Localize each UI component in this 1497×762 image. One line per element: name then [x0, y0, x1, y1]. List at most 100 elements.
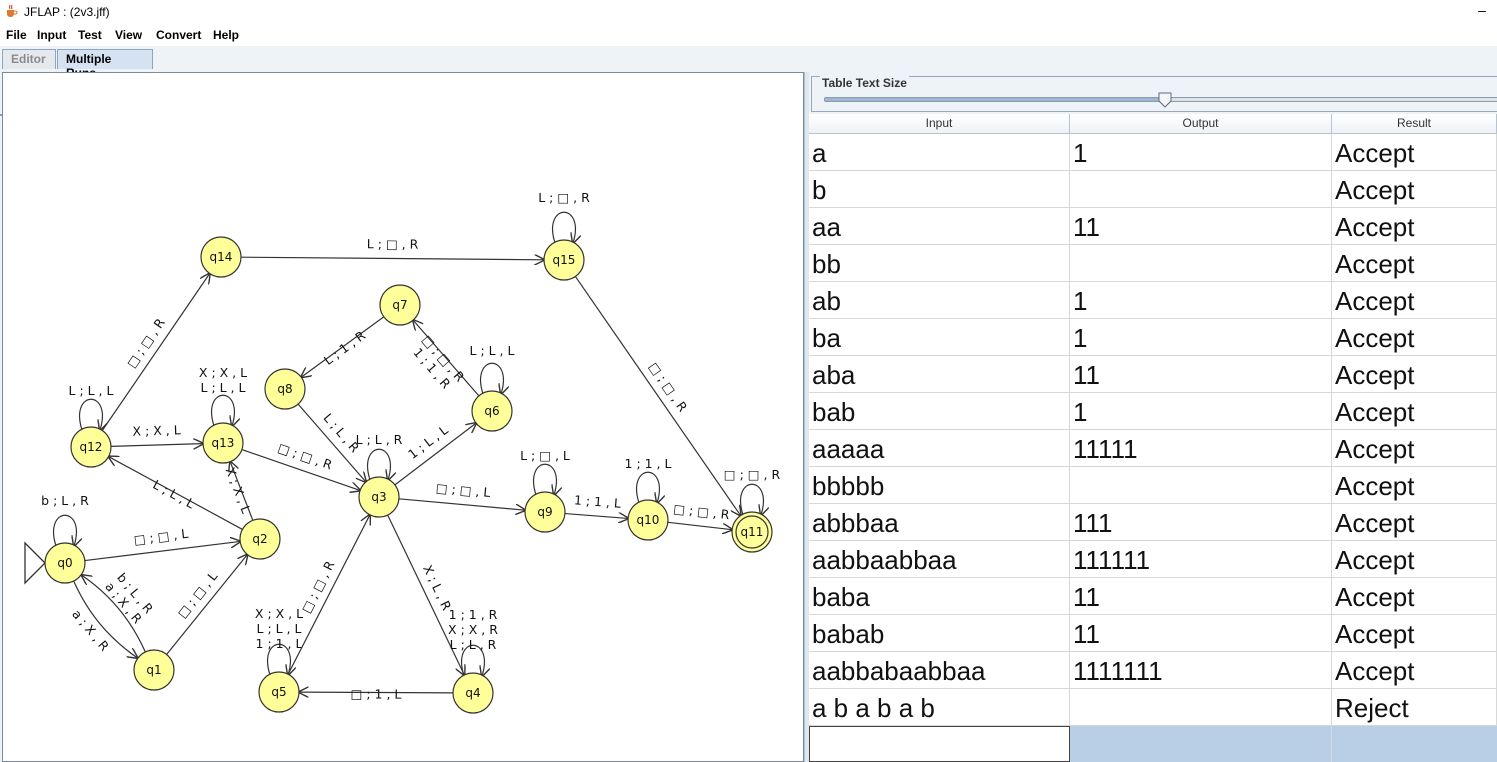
- state-q1[interactable]: q1: [133, 649, 175, 691]
- transition-q4-q5[interactable]: □ ; 1 , L: [299, 686, 454, 702]
- output-cell[interactable]: 11111: [1070, 430, 1332, 466]
- transition-label[interactable]: □ ; □ , R: [646, 359, 691, 414]
- state-q5[interactable]: q5: [258, 671, 300, 713]
- state-q13[interactable]: q13: [202, 422, 244, 464]
- input-cell[interactable]: b: [809, 171, 1070, 207]
- loop-arrow[interactable]: [79, 398, 103, 430]
- transition-arrow[interactable]: [110, 444, 203, 447]
- output-cell[interactable]: [1070, 245, 1332, 281]
- transition-label[interactable]: L ; L , R: [450, 637, 497, 652]
- result-cell[interactable]: Accept: [1332, 615, 1497, 651]
- output-cell[interactable]: 1: [1070, 393, 1332, 429]
- result-cell[interactable]: Accept: [1332, 171, 1497, 207]
- transition-label[interactable]: □ ; □ , R: [724, 467, 781, 482]
- input-cell[interactable]: a: [809, 134, 1070, 170]
- transition-label[interactable]: □ ; □ , L: [435, 480, 491, 500]
- input-cell[interactable]: aa: [809, 208, 1070, 244]
- result-cell[interactable]: Reject: [1332, 689, 1497, 725]
- input-cell[interactable]: abbbaa: [809, 504, 1070, 540]
- output-cell[interactable]: 111: [1070, 504, 1332, 540]
- transition-label[interactable]: L ; L , L: [201, 380, 246, 395]
- table-row[interactable]: abbbaa 111 Accept: [809, 504, 1497, 541]
- result-cell[interactable]: Accept: [1332, 504, 1497, 540]
- menu-input[interactable]: Input: [37, 28, 66, 42]
- transition-q14-q15[interactable]: L ; □ , R: [240, 236, 544, 260]
- result-cell[interactable]: Accept: [1332, 319, 1497, 355]
- input-cell[interactable]: ab: [809, 282, 1070, 318]
- automaton-graph[interactable]: b ; L , R□ ; □ , La ; X , Rb ; L , Ra ; …: [3, 73, 803, 761]
- result-cell[interactable]: Accept: [1332, 282, 1497, 318]
- menu-convert[interactable]: Convert: [156, 28, 201, 42]
- transition-label[interactable]: 1 ; 1 , L: [256, 636, 303, 651]
- transition-arrow[interactable]: [398, 498, 525, 510]
- state-q7[interactable]: q7: [379, 284, 421, 326]
- result-cell[interactable]: Accept: [1332, 208, 1497, 244]
- column-header-input[interactable]: Input: [809, 114, 1070, 134]
- transition-arrow[interactable]: [667, 521, 732, 529]
- state-q10[interactable]: q10: [627, 499, 669, 541]
- loop-arrow[interactable]: [552, 211, 576, 243]
- transition-label[interactable]: L ; □ , R: [538, 190, 590, 205]
- slider-thumb[interactable]: [1158, 92, 1172, 108]
- result-cell[interactable]: Accept: [1332, 134, 1497, 170]
- transition-label[interactable]: L ; 1 , R: [321, 328, 369, 368]
- table-row[interactable]: aaaaa 11111 Accept: [809, 430, 1497, 467]
- input-cell[interactable]: bbbbb: [809, 467, 1070, 503]
- transition-arrow[interactable]: [564, 514, 628, 519]
- state-q2[interactable]: q2: [239, 518, 281, 560]
- table-row[interactable]: a 1 Accept: [809, 134, 1497, 171]
- table-row[interactable]: b Accept: [809, 171, 1497, 208]
- result-cell[interactable]: Accept: [1332, 430, 1497, 466]
- state-q0[interactable]: q0: [44, 542, 86, 584]
- transition-label[interactable]: L ; L , L: [69, 383, 114, 398]
- transition-label[interactable]: X ; X , L: [199, 365, 247, 380]
- result-cell[interactable]: Accept: [1332, 467, 1497, 503]
- output-cell[interactable]: [1070, 171, 1332, 207]
- loop-arrow[interactable]: [480, 362, 504, 394]
- output-cell[interactable]: 111111: [1070, 541, 1332, 577]
- transition-q4-q4[interactable]: 1 ; 1 , RX ; X , RL ; L , R: [448, 607, 498, 676]
- input-cell[interactable]: aabbaabbaa: [809, 541, 1070, 577]
- state-q14[interactable]: q14: [200, 236, 242, 278]
- input-cell[interactable]: baba: [809, 578, 1070, 614]
- transition-arrow[interactable]: [84, 541, 240, 562]
- table-row[interactable]: baba 11 Accept: [809, 578, 1497, 615]
- transition-label[interactable]: □ ; □ , R: [673, 501, 731, 522]
- table-row[interactable]: aabbabaabbaa 1111111 Accept: [809, 652, 1497, 689]
- transition-label[interactable]: 1 ; 1 , R: [449, 607, 498, 622]
- menu-file[interactable]: File: [6, 28, 27, 42]
- state-q8[interactable]: q8: [264, 368, 306, 410]
- transition-label[interactable]: L ; □ , L: [520, 448, 570, 463]
- output-cell[interactable]: 11: [1070, 356, 1332, 392]
- input-cell[interactable]: babab: [809, 615, 1070, 651]
- transition-label[interactable]: 1 ; L , L: [405, 422, 451, 462]
- menu-view[interactable]: View: [115, 28, 142, 42]
- input-cell[interactable]: aabbabaabbaa: [809, 652, 1070, 688]
- transition-q12-q13[interactable]: X ; X , L: [110, 422, 203, 447]
- state-q6[interactable]: q6: [471, 390, 513, 432]
- menu-help[interactable]: Help: [213, 28, 239, 42]
- transition-arrow[interactable]: [240, 257, 544, 260]
- transition-label[interactable]: L ; L , L: [470, 343, 515, 358]
- transition-label[interactable]: □ ; □ , L: [133, 526, 189, 548]
- transition-label[interactable]: 1 ; 1 , L: [625, 456, 672, 471]
- table-row[interactable]: ab 1 Accept: [809, 282, 1497, 319]
- output-cell[interactable]: [1070, 467, 1332, 503]
- result-cell[interactable]: Accept: [1332, 245, 1497, 281]
- transition-q2-q12[interactable]: L ; L , L: [109, 457, 243, 530]
- transition-label[interactable]: X ; X , L: [132, 422, 181, 438]
- state-q9[interactable]: q9: [524, 491, 566, 533]
- transition-q2-q13[interactable]: X ; X , L: [223, 462, 254, 521]
- transition-label[interactable]: X ; L , R: [420, 563, 455, 613]
- transition-label[interactable]: X ; X , L: [255, 606, 303, 621]
- output-cell[interactable]: 1: [1070, 282, 1332, 318]
- transition-q7-q8[interactable]: L ; 1 , R: [301, 316, 385, 377]
- transition-q5-q5[interactable]: X ; X , LL ; L , L1 ; 1 , L: [255, 606, 303, 675]
- input-cell[interactable]: ba: [809, 319, 1070, 355]
- transition-label[interactable]: 1 ; 1 , L: [573, 492, 621, 511]
- transition-label[interactable]: □ ; 1 , L: [351, 686, 402, 701]
- output-cell[interactable]: [1070, 689, 1332, 725]
- column-header-result[interactable]: Result: [1332, 114, 1497, 134]
- transition-q6-q6[interactable]: L ; L , L: [470, 343, 515, 394]
- state-q12[interactable]: q12: [70, 426, 112, 468]
